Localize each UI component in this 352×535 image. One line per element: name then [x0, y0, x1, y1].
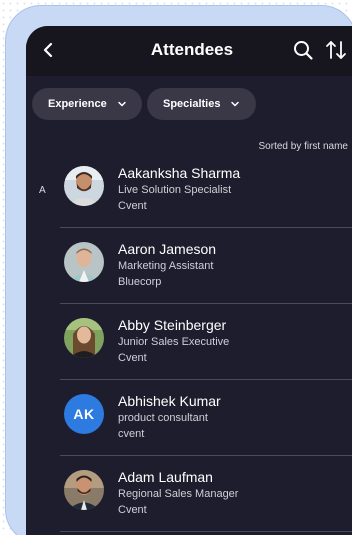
- attendee-company: Cvent: [118, 352, 147, 364]
- attendee-row[interactable]: Aakanksha Sharma Live Solution Specialis…: [64, 149, 352, 225]
- specialties-filter-label: Specialties: [163, 98, 221, 110]
- attendee-info: Abby Steinberger Junior Sales Executive …: [118, 317, 229, 366]
- chevron-down-icon: [117, 101, 126, 107]
- attendee-company: Cvent: [118, 504, 147, 516]
- attendee-name: Adam Laufman: [118, 469, 213, 485]
- app-screen: Attendees Experience Specialties Sorted …: [26, 26, 352, 535]
- attendee-info: Adam Laufman Regional Sales Manager Cven…: [118, 469, 238, 518]
- row-divider: [60, 531, 352, 532]
- initials-avatar: AK: [64, 394, 104, 434]
- specialties-filter[interactable]: Specialties: [147, 88, 256, 120]
- chevron-down-icon: [231, 101, 240, 107]
- attendee-company: cvent: [118, 428, 145, 440]
- avatar: [64, 166, 104, 206]
- avatar: [64, 242, 104, 282]
- attendee-row[interactable]: Abby Steinberger Junior Sales Executive …: [64, 301, 352, 377]
- attendee-role: Junior Sales Executive: [118, 336, 230, 348]
- device-frame: Attendees Experience Specialties Sorted …: [5, 5, 352, 535]
- avatar: [64, 470, 104, 510]
- attendee-role: Live Solution Specialist: [118, 184, 232, 196]
- top-bar: Attendees: [26, 26, 352, 76]
- attendee-name: Abby Steinberger: [118, 317, 227, 333]
- background: Attendees Experience Specialties Sorted …: [0, 0, 352, 535]
- attendee-company: Cvent: [118, 200, 147, 212]
- attendee-role: Regional Sales Manager: [118, 488, 239, 500]
- attendee-name: Aaron Jameson: [118, 241, 217, 257]
- attendee-company: Bluecorp: [118, 276, 162, 288]
- experience-filter-label: Experience: [48, 98, 107, 110]
- experience-filter[interactable]: Experience: [32, 88, 142, 120]
- attendee-role: Marketing Assistant: [118, 260, 214, 272]
- attendee-name: Aakanksha Sharma: [118, 165, 241, 181]
- section-letter: A: [39, 185, 46, 196]
- attendee-role: product consultant: [118, 412, 208, 424]
- sort-arrows-icon[interactable]: [324, 39, 348, 61]
- attendee-info: Aaron Jameson Marketing Assistant Blueco…: [118, 241, 216, 290]
- attendee-row[interactable]: Adam Laufman Regional Sales Manager Cven…: [64, 453, 352, 529]
- attendee-name: Abhishek Kumar: [118, 393, 221, 409]
- search-icon[interactable]: [292, 39, 314, 61]
- attendee-row[interactable]: AK Abhishek Kumar product consultant cve…: [64, 377, 352, 453]
- attendee-info: Abhishek Kumar product consultant cvent: [118, 393, 221, 442]
- attendee-row[interactable]: Aaron Jameson Marketing Assistant Blueco…: [64, 225, 352, 301]
- attendee-info: Aakanksha Sharma Live Solution Specialis…: [118, 165, 240, 214]
- avatar: [64, 318, 104, 358]
